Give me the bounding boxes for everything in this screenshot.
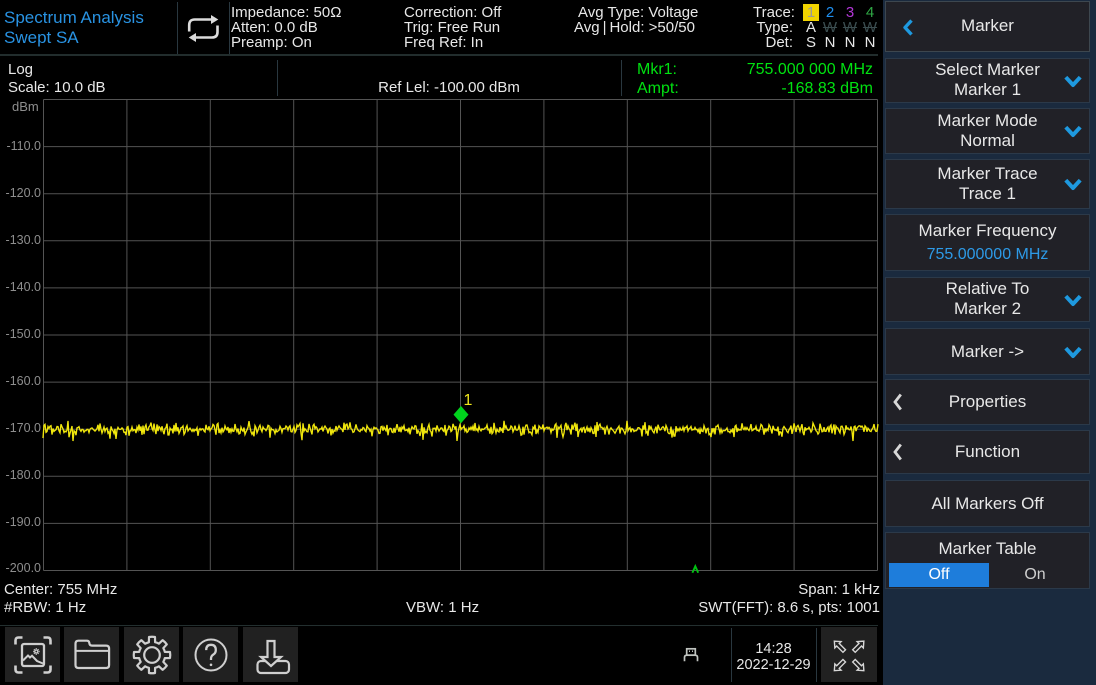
svg-text:1: 1	[464, 392, 473, 409]
